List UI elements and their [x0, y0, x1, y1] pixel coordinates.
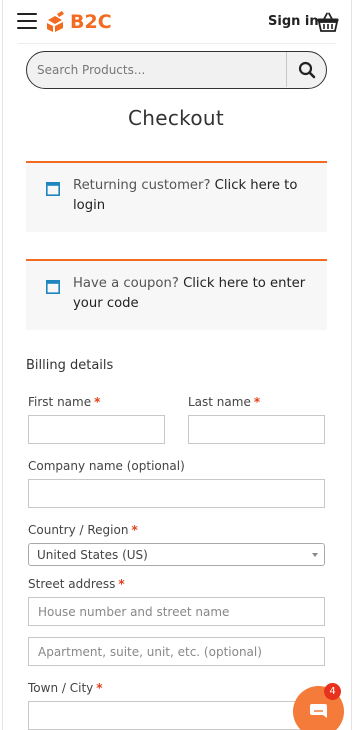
returning-customer-notice: Returning customer? Click here to login [26, 161, 327, 232]
label-text: Street address [28, 577, 116, 591]
required-mark: * [118, 577, 125, 591]
required-mark: * [131, 523, 138, 537]
label-text: First name [28, 395, 92, 409]
first-name-label: First name * [28, 395, 100, 409]
search-button[interactable] [286, 52, 326, 87]
company-field[interactable] [28, 479, 325, 508]
search-bar [26, 51, 327, 89]
calendar-icon [46, 182, 60, 196]
apartment-field[interactable] [28, 637, 325, 666]
notice-text: Have a coupon? [73, 276, 179, 291]
chat-icon [310, 704, 327, 718]
site-logo[interactable]: B2C [46, 10, 112, 34]
sign-in-link[interactable]: Sign in [268, 14, 319, 29]
page-title: Checkout [128, 106, 224, 130]
label-text: Company name (optional) [28, 459, 185, 473]
street-label: Street address * [28, 577, 125, 591]
search-icon [298, 61, 316, 79]
dropdown-arrow-icon [312, 553, 318, 557]
menu-icon[interactable] [17, 13, 37, 30]
required-mark: * [253, 395, 261, 409]
coupon-notice: Have a coupon? Click here to enter your … [26, 259, 327, 330]
label-text: Town / City [28, 681, 94, 695]
last-name-label: Last name * [188, 395, 260, 409]
last-name-field[interactable] [188, 415, 325, 444]
basket-icon[interactable] [317, 12, 339, 32]
logo-mark-icon [47, 11, 64, 32]
first-name-field[interactable] [28, 415, 165, 444]
notification-badge: 4 [324, 683, 341, 700]
required-mark: * [94, 395, 101, 409]
town-label: Town / City * [28, 681, 103, 695]
street-address-field[interactable] [28, 597, 325, 626]
label-text: Country / Region [28, 523, 129, 537]
billing-heading: Billing details [26, 358, 114, 373]
logo-text: B2C [70, 11, 112, 33]
country-label: Country / Region * [28, 523, 138, 537]
calendar-icon [46, 280, 60, 294]
country-select[interactable]: United States (US) [28, 543, 325, 566]
notice-text: Returning customer? [73, 178, 211, 193]
town-field[interactable] [28, 701, 325, 730]
search-input[interactable] [27, 52, 287, 87]
header-divider [18, 43, 336, 44]
label-text: Last name [188, 395, 251, 409]
site-header: B2C Sign in [0, 0, 355, 44]
country-value: United States (US) [37, 548, 148, 562]
company-label: Company name (optional) [28, 459, 185, 473]
required-mark: * [96, 681, 103, 695]
